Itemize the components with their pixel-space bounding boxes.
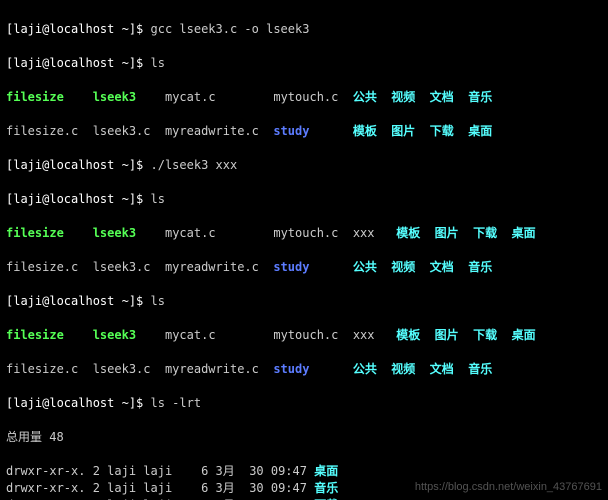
command: ls -lrt — [151, 395, 202, 412]
prompt: [laji@localhost ~]$ — [6, 21, 151, 38]
command: ./lseek3 xxx — [151, 157, 238, 174]
terminal[interactable]: [laji@localhost ~]$ gcc lseek3.c -o lsee… — [0, 0, 608, 500]
prompt: [laji@localhost ~]$ — [6, 395, 151, 412]
file-name: 音乐 — [314, 480, 338, 497]
ls-output: filesize.c lseek3.c myreadwrite.c study … — [6, 259, 602, 276]
ls-lrt-row: drwxr-xr-x. 2 laji laji 6 3月 30 09:47 桌面 — [6, 463, 602, 480]
command: gcc lseek3.c -o lseek3 — [151, 21, 310, 38]
ls-output: filesize lseek3 mycat.c mytouch.c xxx 模板… — [6, 327, 602, 344]
ls-output: filesize lseek3 mycat.c mytouch.c 公共 视频 … — [6, 89, 602, 106]
prompt: [laji@localhost ~]$ — [6, 293, 151, 310]
ls-output: filesize.c lseek3.c myreadwrite.c study … — [6, 361, 602, 378]
command: ls — [151, 293, 165, 310]
command: ls — [151, 191, 165, 208]
command: ls — [151, 55, 165, 72]
ls-output: filesize lseek3 mycat.c mytouch.c xxx 模板… — [6, 225, 602, 242]
watermark: https://blog.csdn.net/weixin_43767691 — [415, 479, 602, 496]
prompt: [laji@localhost ~]$ — [6, 157, 151, 174]
ls-output: filesize.c lseek3.c myreadwrite.c study … — [6, 123, 602, 140]
prompt: [laji@localhost ~]$ — [6, 55, 151, 72]
file-name: 桌面 — [314, 463, 338, 480]
total-line: 总用量 48 — [6, 429, 602, 446]
prompt: [laji@localhost ~]$ — [6, 191, 151, 208]
